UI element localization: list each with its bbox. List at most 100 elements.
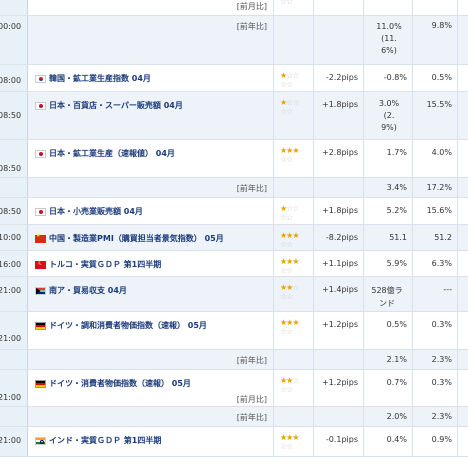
time-label: 08:50 — [0, 111, 22, 120]
table-row: [前年比] 2.1% 2.3% — [0, 350, 468, 370]
forecast-value: 0.5% — [431, 73, 452, 82]
table-row: 08:00 韓国・鉱工業生産指数 04月 ★☆☆ ☆☆ -2.2pips -0.8… — [0, 65, 468, 92]
table-row: [前月比] ☆☆ — [0, 0, 468, 16]
forecast-value: 17.2% — [426, 183, 452, 192]
forecast-value: 2.3% — [431, 412, 452, 421]
importance-stars: ★★★ ☆☆ — [280, 318, 299, 336]
previous-value: -0.8% — [383, 73, 407, 82]
pips-value: +1.2pips — [322, 320, 358, 329]
previous-value: 2.0% — [386, 412, 407, 421]
time-label: 21:00 — [0, 436, 22, 445]
importance-stars: ★★★ ☆☆ — [280, 231, 299, 249]
table-row: 08:50 日本・鉱工業生産（速報値） 04月 ★★★ ☆☆ +2.8pips 1… — [0, 140, 468, 178]
previous-value: 2.1% — [386, 355, 407, 364]
forecast-value: 15.5% — [426, 100, 452, 109]
previous-value: 11.0% (11. 6%) — [376, 22, 402, 55]
time-label: 21:00 — [0, 286, 22, 295]
time-label: 08:50 — [0, 207, 22, 216]
table-row: 08:50 日本・百貨店・スーパー販売額 04月 ★☆☆ ☆☆ +1.8pips … — [0, 92, 468, 140]
previous-value: 5.2% — [386, 206, 407, 215]
previous-value: 3.4% — [386, 183, 407, 192]
indicator-link[interactable]: トルコ・実質ＧＤＰ 第1四半期 — [49, 259, 161, 270]
table-row: 21:00 インド・実質ＧＤＰ 第1四半期 ★★★ ☆☆ -0.1pips 0.4… — [0, 427, 468, 457]
germany-flag-icon — [35, 379, 46, 388]
importance-stars: ★☆☆ ☆☆ — [280, 98, 300, 116]
indicator-link[interactable]: ドイツ・消費者物価指数（速報） 05月 — [49, 378, 191, 389]
importance-stars: ★★★ ☆☆ — [280, 257, 299, 275]
pips-value: +1.2pips — [322, 378, 358, 387]
period-label: [前月比] — [236, 395, 267, 404]
previous-value: 3.0% (2. 9%) — [378, 99, 400, 132]
forecast-value: 2.3% — [431, 355, 452, 364]
importance-stars: ★★★ ☆☆ — [280, 146, 299, 164]
time-label: 10:00 — [0, 233, 22, 242]
south-africa-flag-icon — [35, 286, 46, 295]
pips-value: -2.2pips — [325, 73, 358, 82]
pips-value: +1.8pips — [322, 206, 358, 215]
forecast-value: --- — [443, 285, 452, 294]
table-row: [前年比] 2.0% 2.3% — [0, 407, 468, 427]
importance-stars: ★★☆ ☆☆ — [280, 283, 300, 301]
period-label: [前年比] — [236, 356, 267, 365]
previous-value: 0.5% — [386, 320, 407, 329]
table-row: [前年比] 3.4% 17.2% — [0, 178, 468, 198]
indicator-link[interactable]: 中国・製造業PMI（購買担当者景気指数） 05月 — [49, 233, 224, 244]
indicator-link[interactable]: インド・実質ＧＤＰ 第1四半期 — [49, 435, 161, 446]
economic-calendar-table: [前月比] ☆☆ 00:00 [前年比] 11.0% (11. 6%) 9.8%… — [0, 0, 468, 457]
china-flag-icon — [35, 233, 46, 243]
previous-value: 51.1 — [389, 233, 407, 242]
japan-flag-icon — [35, 101, 46, 110]
indicator-link[interactable]: ドイツ・調和消費者物価指数（速報） 05月 — [49, 320, 207, 331]
table-row: 08:50 日本・小売業販売額 04月 ★☆☆ ☆☆ +1.8pips 5.2% … — [0, 198, 468, 225]
table-row: 16:00 トルコ・実質ＧＤＰ 第1四半期 ★★★☆☆ +1.1pips 5.9… — [0, 251, 468, 277]
table-row: 21:00 南ア・貿易収支 04月 ★★☆ ☆☆ +1.4pips 528億ラ ン… — [0, 277, 468, 312]
importance-stars: ☆☆ — [280, 0, 293, 6]
time-label: 21:00 — [0, 393, 22, 402]
time-label: 16:00 — [0, 260, 22, 269]
table-row: 21:00 ドイツ・調和消費者物価指数（速報） 05月 ★★★ ☆☆ +1.2pi… — [0, 312, 468, 350]
forecast-value: 51.2 — [434, 233, 452, 242]
pips-value: +1.8pips — [322, 100, 358, 109]
indicator-link[interactable]: 日本・鉱工業生産（速報値） 04月 — [49, 148, 175, 159]
previous-value: 0.7% — [386, 378, 407, 387]
indicator-link[interactable]: 韓国・鉱工業生産指数 04月 — [49, 73, 151, 84]
forecast-value: 6.3% — [431, 259, 452, 268]
pips-value: -0.1pips — [325, 435, 358, 444]
india-flag-icon — [35, 436, 46, 445]
table-row: 21:00 ドイツ・消費者物価指数（速報） 05月 [前月比] ★★☆ ☆☆ +1.… — [0, 370, 468, 407]
forecast-value: 0.9% — [431, 435, 452, 444]
time-cell — [0, 0, 28, 15]
importance-stars: ★☆☆ ☆☆ — [280, 71, 300, 89]
previous-value: 0.4% — [386, 435, 407, 444]
table-row: 10:00 中国・製造業PMI（購買担当者景気指数） 05月 ★★★☆☆ -8.… — [0, 225, 468, 251]
importance-stars: ★★☆ ☆☆ — [280, 376, 300, 394]
time-label: 08:00 — [0, 76, 22, 85]
period-label: [前年比] — [236, 184, 267, 193]
forecast-value: 15.6% — [426, 206, 452, 215]
importance-stars: ★☆☆ ☆☆ — [280, 204, 300, 222]
previous-value: 528億ラ ンド — [371, 286, 403, 308]
time-label: 08:50 — [0, 164, 22, 173]
table-row: 00:00 [前年比] 11.0% (11. 6%) 9.8% — [0, 16, 468, 65]
previous-value: 1.7% — [386, 148, 407, 157]
indicator-link[interactable]: 日本・百貨店・スーパー販売額 04月 — [49, 100, 183, 111]
period-label: [前年比] — [236, 413, 267, 422]
pips-value: -8.2pips — [325, 233, 358, 242]
pips-value: +2.8pips — [322, 148, 358, 157]
pips-value: +1.4pips — [322, 285, 358, 294]
japan-flag-icon — [35, 149, 46, 158]
period-label: [前月比] — [236, 2, 267, 11]
indicator-link[interactable]: 日本・小売業販売額 04月 — [49, 206, 143, 217]
forecast-value: 9.8% — [431, 21, 452, 30]
time-label: 21:00 — [0, 334, 22, 343]
japan-flag-icon — [35, 207, 46, 216]
previous-value: 5.9% — [386, 259, 407, 268]
time-label: 00:00 — [0, 22, 22, 31]
importance-stars: ★★★ ☆☆ — [280, 433, 299, 451]
korea-flag-icon — [35, 74, 46, 83]
indicator-link[interactable]: 南ア・貿易収支 04月 — [49, 285, 127, 296]
forecast-value: 4.0% — [431, 148, 452, 157]
germany-flag-icon — [35, 321, 46, 330]
turkey-flag-icon — [35, 259, 46, 269]
pips-value: +1.1pips — [322, 259, 358, 268]
